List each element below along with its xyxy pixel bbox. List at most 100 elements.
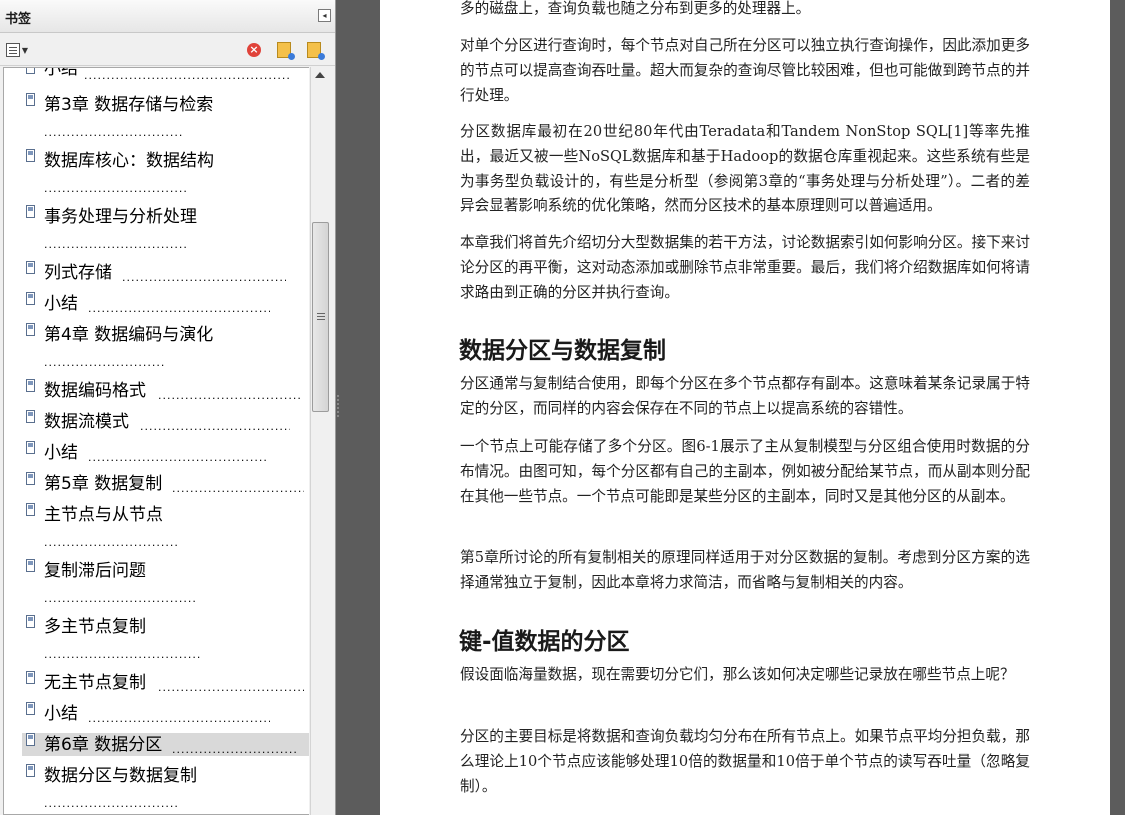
body-paragraph: 分区数据库最初在20世纪80年代由Teradata和Tandem NonStop… bbox=[460, 123, 1030, 215]
bookmarks-toolbar: ▼ × bbox=[0, 33, 335, 66]
bookmark-item[interactable]: 多主节点复制 .................................… bbox=[4, 615, 309, 663]
bookmark-label: 无主节点复制 bbox=[44, 673, 146, 693]
delete-bookmark-button[interactable]: × bbox=[244, 41, 264, 59]
body-paragraph: 对单个分区进行查询时，每个节点对自己所在分区可以独立执行查询操作，因此添加更多的… bbox=[460, 37, 1030, 104]
options-menu-icon bbox=[5, 43, 20, 57]
bookmark-leader-dots: ........................................… bbox=[158, 390, 302, 402]
bookmark-icon bbox=[26, 261, 35, 274]
panel-header: 书签 ◂ bbox=[0, 0, 335, 33]
bookmark-leader-dots: ................................... bbox=[172, 483, 304, 495]
bookmark-icon bbox=[26, 503, 35, 516]
bookmark-leader-dots: ........................................… bbox=[88, 713, 270, 725]
section-heading: 数据分区与数据复制 bbox=[459, 338, 666, 364]
bookmark-label: 事务处理与分析处理 bbox=[44, 207, 197, 227]
bookmark-item[interactable]: 无主节点复制 .................................… bbox=[4, 671, 309, 696]
bookmark-item-selected[interactable]: 第6章 数据分区 ...............................… bbox=[4, 733, 309, 758]
bookmark-item[interactable]: 列式存储 ...................................… bbox=[4, 261, 309, 286]
bookmark-leader-dots: ................................. bbox=[44, 357, 166, 369]
bookmark-item[interactable]: 第4章 数据编码与演化 ............................… bbox=[4, 323, 309, 371]
bookmark-leader-dots: ........................................… bbox=[44, 593, 196, 605]
bookmarks-panel: 书签 ◂ ▼ × 小结 ............................… bbox=[0, 0, 336, 815]
bookmark-leader-dots: ........................................… bbox=[84, 70, 290, 82]
bookmark-leader-dots: .................................. bbox=[44, 183, 186, 195]
bookmark-label: 数据库核心：数据结构 bbox=[44, 151, 214, 171]
body-paragraph: 一个节点上可能存储了多个分区。图6-1展示了主从复制模型与分区组合使用时数据的分… bbox=[460, 438, 1030, 505]
bookmark-label: 数据编码格式 bbox=[44, 381, 146, 401]
bookmark-label: 数据分区与数据复制 bbox=[44, 766, 197, 786]
expand-bookmark-button[interactable] bbox=[274, 41, 295, 60]
bookmark-label: 第4章 数据编码与演化 bbox=[44, 325, 214, 345]
bookmark-item[interactable]: 复制滞后问题 .................................… bbox=[4, 559, 309, 607]
bookmark-leader-dots: ........................................… bbox=[122, 272, 286, 284]
bookmark-leader-dots: ........................................… bbox=[158, 682, 304, 694]
chevron-down-icon: ▼ bbox=[21, 45, 29, 55]
bookmark-item[interactable]: 数据编码格式 .................................… bbox=[4, 379, 309, 404]
bookmark-label: 小结 bbox=[44, 704, 78, 724]
expand-bookmark-icon bbox=[277, 42, 295, 60]
bookmark-label: 第3章 数据存储与检索 bbox=[44, 95, 214, 115]
scrollbar-thumb[interactable] bbox=[312, 222, 329, 412]
bookmark-tree: 小结 .....................................… bbox=[3, 67, 309, 815]
delete-bookmark-icon: × bbox=[247, 43, 261, 57]
bookmark-item[interactable]: 小结 .....................................… bbox=[4, 67, 309, 86]
bookmark-leader-dots: ........................................… bbox=[88, 303, 270, 315]
bookmark-icon bbox=[26, 702, 35, 715]
bookmark-item[interactable]: 第5章 数据复制 ...............................… bbox=[4, 472, 309, 497]
bookmark-icon bbox=[26, 410, 35, 423]
bookmark-leader-dots: ........................................… bbox=[44, 649, 200, 661]
bookmark-leader-dots: ........................................… bbox=[140, 421, 290, 433]
panel-title: 书签 bbox=[5, 12, 32, 27]
bookmark-leader-dots: ........................................… bbox=[88, 452, 266, 464]
bookmark-icon bbox=[26, 292, 35, 305]
bookmark-icon bbox=[26, 441, 35, 454]
bookmark-icon bbox=[26, 671, 35, 684]
body-paragraph: 假设面临海量数据，现在需要切分它们，那么该如何决定哪些记录放在哪些节点上呢？ bbox=[460, 666, 1015, 683]
bookmark-icon bbox=[26, 68, 35, 74]
body-paragraph: 分区的主要目标是将数据和查询负载均匀分布在所有节点上。如果节点平均分担负载，那么… bbox=[460, 728, 1030, 795]
collapse-left-icon[interactable]: ◂ bbox=[318, 9, 331, 22]
body-paragraph: 多的磁盘上，查询负载也随之分布到更多的处理器上。 bbox=[460, 0, 811, 17]
bookmark-label: 小结 bbox=[44, 443, 78, 463]
body-paragraph: 第5章所讨论的所有复制相关的原理同样适用于对分区数据的复制。考虑到分区方案的选择… bbox=[460, 549, 1030, 591]
body-paragraph: 分区通常与复制结合使用，即每个分区在多个节点都存有副本。这意味着某条记录属于特定… bbox=[460, 375, 1030, 417]
bookmark-icon bbox=[26, 559, 35, 572]
bookmark-leader-dots: ...................................... bbox=[44, 537, 180, 549]
bookmark-icon bbox=[26, 93, 35, 106]
bookmark-leader-dots: ................................ bbox=[172, 744, 298, 756]
bookmark-item[interactable]: 小结 .....................................… bbox=[4, 292, 309, 317]
bookmark-item[interactable]: 数据流模式 ..................................… bbox=[4, 410, 309, 435]
bookmark-item[interactable]: 第3章 数据存储与检索 ............................… bbox=[4, 93, 309, 141]
bookmark-scrollbar[interactable] bbox=[310, 67, 331, 815]
bookmark-label: 小结 bbox=[44, 294, 78, 314]
bookmark-icon bbox=[26, 323, 35, 336]
bookmark-label: 列式存储 bbox=[44, 263, 112, 283]
find-current-bookmark-icon bbox=[307, 42, 325, 60]
panel-splitter[interactable] bbox=[337, 393, 340, 423]
bookmark-label: 主节点与从节点 bbox=[44, 505, 163, 525]
scroll-up-arrow-icon[interactable] bbox=[315, 72, 325, 78]
bookmark-icon bbox=[26, 379, 35, 392]
find-current-bookmark-button[interactable] bbox=[304, 41, 325, 60]
bookmark-icon bbox=[26, 764, 35, 777]
bookmark-item[interactable]: 数据库核心：数据结构 .............................… bbox=[4, 149, 309, 197]
bookmark-icon bbox=[26, 615, 35, 628]
bookmark-label: 小结 bbox=[44, 67, 78, 79]
bookmark-item[interactable]: 小结 .....................................… bbox=[4, 702, 309, 727]
bookmark-leader-dots: ................................. bbox=[44, 127, 182, 139]
bookmark-label: 第5章 数据复制 bbox=[44, 474, 163, 494]
bookmark-icon bbox=[26, 205, 35, 218]
bookmark-label: 第6章 数据分区 bbox=[44, 735, 163, 755]
bookmark-label: 复制滞后问题 bbox=[44, 561, 146, 581]
options-menu-button[interactable]: ▼ bbox=[3, 41, 31, 59]
bookmark-leader-dots: ................................. bbox=[44, 798, 178, 810]
bookmark-item[interactable]: 事务处理与分析处理 ..............................… bbox=[4, 205, 309, 253]
bookmark-label: 多主节点复制 bbox=[44, 617, 146, 637]
bookmark-icon bbox=[26, 733, 35, 746]
bookmark-label: 数据流模式 bbox=[44, 412, 129, 432]
bookmark-icon bbox=[26, 472, 35, 485]
bookmark-item[interactable]: 数据分区与数据复制 ..............................… bbox=[4, 764, 309, 812]
bookmark-item[interactable]: 小结 .....................................… bbox=[4, 441, 309, 466]
bookmark-leader-dots: .................................. bbox=[44, 239, 186, 251]
section-heading: 键-值数据的分区 bbox=[459, 629, 630, 655]
bookmark-item[interactable]: 主节点与从节点 ................................… bbox=[4, 503, 309, 551]
